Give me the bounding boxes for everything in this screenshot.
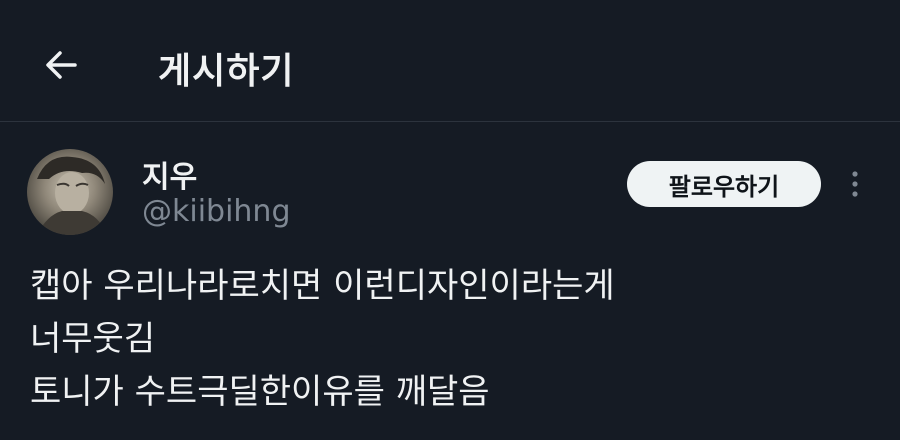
avatar-photo bbox=[37, 156, 107, 235]
top-bar: 게시하기 bbox=[0, 0, 900, 122]
back-button[interactable] bbox=[36, 40, 86, 90]
arrow-left-icon bbox=[46, 51, 77, 79]
post-text-line: 너무웃김 bbox=[30, 319, 156, 359]
avatar[interactable] bbox=[27, 149, 113, 235]
page-title: 게시하기 bbox=[158, 51, 295, 92]
author-display-name[interactable]: 지우 bbox=[142, 152, 197, 196]
follow-button[interactable]: 팔로우하기 bbox=[627, 161, 821, 207]
post-text-line: 토니가 수트극딜한이유를 깨달음 bbox=[30, 372, 490, 412]
more-vertical-icon bbox=[852, 171, 858, 197]
post-text-line: 캡아 우리나라로치면 이런디자인이라는게 bbox=[30, 266, 615, 306]
post-text: 캡아 우리나라로치면 이런디자인이라는게 너무웃김 토니가 수트극딜한이유를 깨… bbox=[30, 260, 870, 419]
author-handle[interactable]: @kiibihng bbox=[142, 194, 291, 229]
more-options-button[interactable] bbox=[840, 166, 870, 202]
